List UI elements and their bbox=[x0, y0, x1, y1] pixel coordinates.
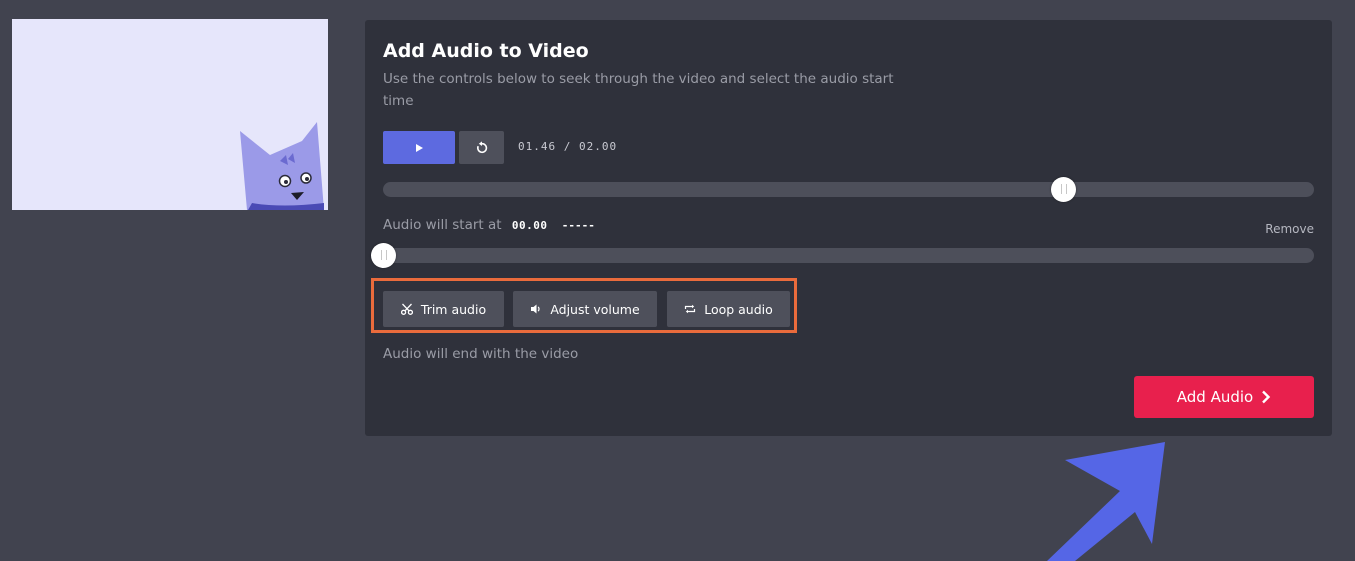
adjust-volume-label: Adjust volume bbox=[550, 301, 640, 317]
arrow-up-right-icon bbox=[1047, 442, 1165, 561]
chevron-right-icon bbox=[1262, 390, 1271, 404]
seek-slider-thumb[interactable] bbox=[1050, 177, 1076, 202]
playback-time: 01.46 / 02.00 bbox=[518, 140, 617, 153]
loop-audio-button[interactable]: Loop audio bbox=[667, 291, 790, 327]
play-icon bbox=[416, 143, 423, 152]
adjust-volume-button[interactable]: Adjust volume bbox=[513, 291, 657, 327]
loop-icon bbox=[685, 304, 696, 314]
cat-mascot-icon bbox=[240, 122, 324, 210]
trim-audio-button[interactable]: Trim audio bbox=[383, 291, 504, 327]
add-audio-panel: Add Audio to Video Use the controls belo… bbox=[365, 20, 1332, 436]
seek-slider[interactable] bbox=[383, 177, 1314, 202]
audio-start-slider-thumb[interactable] bbox=[371, 243, 396, 268]
speaker-icon bbox=[531, 304, 540, 314]
page-title: Add Audio to Video bbox=[383, 40, 589, 62]
audio-start-dashes: ----- bbox=[561, 219, 595, 232]
play-button[interactable] bbox=[383, 131, 455, 164]
add-audio-button[interactable]: Add Audio bbox=[1134, 376, 1314, 418]
trim-audio-label: Trim audio bbox=[420, 301, 487, 317]
add-audio-label: Add Audio bbox=[1176, 388, 1254, 406]
remove-audio-link[interactable]: Remove bbox=[1265, 222, 1314, 236]
replay-icon bbox=[476, 140, 487, 153]
current-time: 01.46 bbox=[518, 140, 557, 153]
video-preview bbox=[12, 19, 328, 210]
duration: 02.00 bbox=[579, 140, 618, 153]
replay-button[interactable] bbox=[459, 131, 504, 164]
loop-audio-label: Loop audio bbox=[704, 301, 773, 317]
scissors-icon bbox=[400, 303, 413, 315]
audio-start-label: Audio will start at bbox=[383, 217, 502, 233]
audio-start-value: 00.00 bbox=[511, 219, 548, 232]
audio-start-slider[interactable] bbox=[371, 243, 1314, 268]
time-separator: / bbox=[556, 140, 579, 153]
panel-subtitle: Use the controls below to seek through t… bbox=[383, 71, 894, 109]
audio-start-row: Audio will start at 00.00 ----- bbox=[383, 217, 595, 233]
audio-end-note: Audio will end with the video bbox=[383, 346, 579, 362]
